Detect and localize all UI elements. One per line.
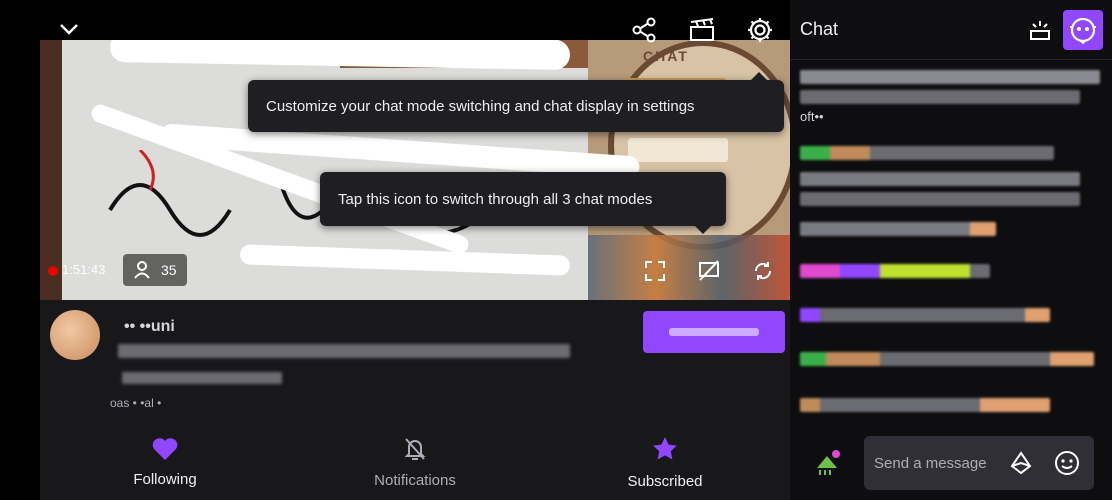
fullscreen-icon[interactable] xyxy=(642,258,668,284)
subscribe-button-label-blurred xyxy=(669,328,759,336)
stream-title-blurred xyxy=(118,344,570,358)
rotate-icon[interactable] xyxy=(750,258,776,284)
video-controls xyxy=(642,258,776,284)
bell-off-icon xyxy=(404,438,426,460)
stream-tags: oas • •al • xyxy=(110,396,162,410)
chat-message-fragment: oft•• xyxy=(800,109,824,124)
video-player[interactable]: CHAT 1:51:43 35 xyxy=(40,40,790,300)
bot-avatar-icon[interactable] xyxy=(1063,10,1103,50)
chat-message-blurred xyxy=(800,146,1054,160)
nav-notifications-label: Notifications xyxy=(374,472,456,489)
chat-title: Chat xyxy=(800,19,839,39)
chat-panel: Chat oft•• xyxy=(790,0,1112,500)
subscribe-button[interactable] xyxy=(643,311,785,353)
overlay-panel-light xyxy=(628,138,728,162)
whiteboard-frame xyxy=(40,40,62,300)
stream-category-blurred xyxy=(122,372,282,384)
chat-message-blurred xyxy=(800,352,1094,366)
clip-icon[interactable] xyxy=(684,12,720,48)
chat-input-row xyxy=(790,428,1112,500)
chat-message-blurred xyxy=(800,172,1080,186)
emote-icon[interactable] xyxy=(1052,448,1082,478)
person-icon xyxy=(134,261,150,279)
viewer-count: 35 xyxy=(161,262,177,278)
chat-message-blurred xyxy=(800,222,996,236)
nav-subscribed-label: Subscribed xyxy=(627,473,703,490)
chat-message-blurred xyxy=(800,264,990,278)
chat-mode-tooltip: Tap this icon to switch through all 3 ch… xyxy=(320,172,726,234)
gear-icon[interactable] xyxy=(742,12,778,48)
chat-message-blurred xyxy=(800,70,1100,84)
stream-uptime: 1:51:43 xyxy=(62,262,106,277)
channel-name[interactable]: •• ••uni xyxy=(124,318,175,336)
chevron-down-icon[interactable] xyxy=(54,14,84,44)
heart-icon xyxy=(152,438,178,460)
settings-tooltip: Customize your chat mode switching and c… xyxy=(248,72,784,132)
live-indicator-dot xyxy=(48,266,58,276)
viewer-count-badge: 35 xyxy=(123,254,187,286)
avatar[interactable] xyxy=(50,310,100,360)
chat-message-blurred xyxy=(800,398,1050,412)
share-icon[interactable] xyxy=(626,12,662,48)
nav-following[interactable]: Following xyxy=(40,425,290,500)
chat-message-blurred xyxy=(800,308,1050,322)
overlay-chat-badge: CHAT xyxy=(643,48,689,64)
chat-mode-tooltip-text: Tap this icon to switch through all 3 ch… xyxy=(338,190,653,208)
settings-tooltip-text: Customize your chat mode switching and c… xyxy=(266,97,695,115)
nav-subscribed[interactable]: Subscribed xyxy=(540,425,790,500)
nav-notifications[interactable]: Notifications xyxy=(290,425,540,500)
channel-info: •• ••uni oas • •al • xyxy=(40,300,790,425)
bits-icon[interactable] xyxy=(1008,450,1034,476)
chat-message-blurred xyxy=(800,90,1080,104)
chat-mode-icon[interactable] xyxy=(696,258,722,284)
chat-message-blurred xyxy=(800,192,1080,206)
chat-header: Chat xyxy=(790,0,1112,60)
sticker-icon[interactable] xyxy=(810,446,844,480)
bottom-nav: Following Notifications Subscribed xyxy=(40,425,790,500)
star-icon xyxy=(653,437,677,460)
nav-following-label: Following xyxy=(133,471,197,488)
community-highlight-icon[interactable] xyxy=(1024,14,1056,46)
